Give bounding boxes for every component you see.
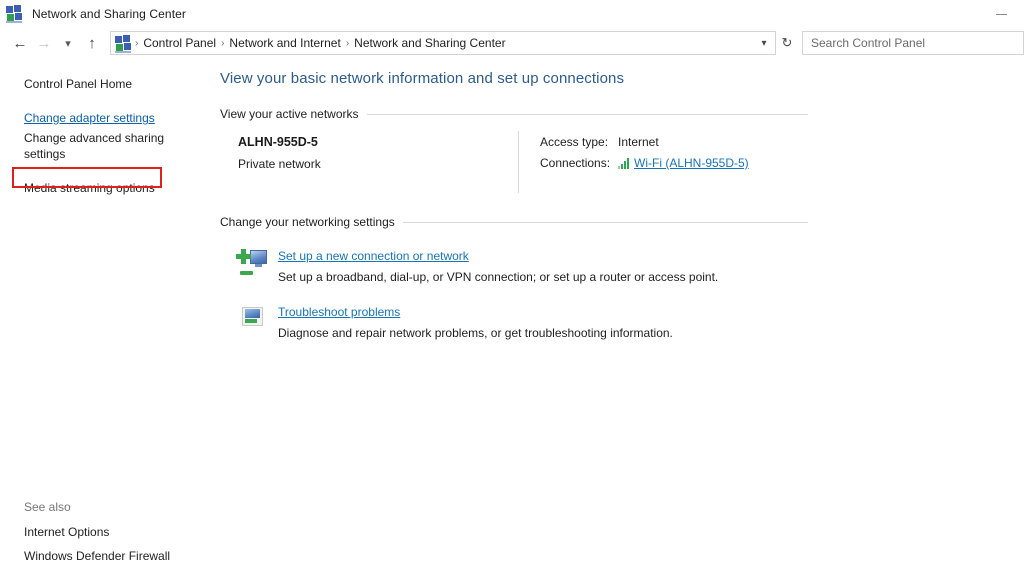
- main-content: View your basic network information and …: [210, 58, 1024, 574]
- address-bar[interactable]: › Control Panel › Network and Internet ›…: [110, 31, 776, 55]
- search-box[interactable]: [802, 31, 1024, 55]
- network-sharing-center-window: Network and Sharing Center ← → ▾ ↑ › Con…: [0, 0, 1024, 574]
- up-arrow-icon[interactable]: ↑: [80, 31, 104, 55]
- address-toolbar: ← → ▾ ↑ › Control Panel › Network and In…: [0, 28, 1024, 58]
- sidebar-item-windows-defender-firewall[interactable]: Windows Defender Firewall: [0, 544, 175, 568]
- access-type-label: Access type:: [540, 135, 609, 149]
- troubleshoot-icon: [238, 303, 268, 333]
- left-navigation-pane: Control Panel Home Change adapter settin…: [0, 58, 210, 574]
- forward-arrow-icon[interactable]: →: [32, 31, 56, 55]
- network-details: Access type: Internet Connections: Wi-Fi…: [518, 135, 749, 195]
- access-type-value: Internet: [618, 135, 659, 149]
- back-arrow-icon[interactable]: ←: [8, 31, 32, 55]
- breadcrumb-control-panel[interactable]: Control Panel: [139, 34, 220, 52]
- window-controls: [978, 0, 1024, 28]
- address-network-icon: [115, 35, 131, 53]
- active-networks-label: View your active networks: [220, 107, 359, 121]
- action-text: Troubleshoot problems Diagnose and repai…: [278, 301, 673, 341]
- troubleshoot-problems-link[interactable]: Troubleshoot problems: [278, 305, 400, 319]
- see-also-title: See also: [24, 500, 71, 514]
- wifi-signal-icon: [618, 157, 629, 169]
- new-connection-icon: [236, 247, 268, 277]
- window-body: Control Panel Home Change adapter settin…: [0, 58, 1024, 574]
- see-also-section: See also Internet Options Windows Defend…: [0, 500, 210, 574]
- minimize-button[interactable]: [978, 0, 1024, 28]
- section-divider: [402, 221, 808, 223]
- networking-settings-label: Change your networking settings: [220, 215, 395, 229]
- connections-row: Connections: Wi-Fi (ALHN-955D-5): [540, 156, 749, 170]
- breadcrumb-network-and-internet[interactable]: Network and Internet: [225, 34, 344, 52]
- active-network-entry: ALHN-955D-5 Private network Access type:…: [220, 131, 808, 195]
- sidebar-task-group: Change adapter settings Change advanced …: [0, 108, 210, 198]
- recent-locations-chevron-down-icon[interactable]: ▾: [56, 31, 80, 55]
- networking-settings-section-header: Change your networking settings: [220, 215, 808, 229]
- network-identity: ALHN-955D-5 Private network: [220, 135, 518, 195]
- network-name: ALHN-955D-5: [238, 135, 318, 149]
- action-troubleshoot-problems[interactable]: Troubleshoot problems Diagnose and repai…: [220, 301, 840, 341]
- sidebar-item-internet-options[interactable]: Internet Options: [0, 520, 175, 544]
- connections-label: Connections:: [540, 156, 611, 170]
- sidebar-item-media-streaming-options[interactable]: Media streaming options: [0, 178, 175, 198]
- search-input[interactable]: [809, 35, 1017, 51]
- title-bar: Network and Sharing Center: [0, 0, 1024, 28]
- vertical-divider: [518, 131, 519, 193]
- network-icon: [6, 5, 24, 23]
- address-chevron-down-icon[interactable]: ▾: [755, 32, 773, 54]
- action-text: Set up a new connection or network Set u…: [278, 245, 718, 285]
- connections-value-link[interactable]: Wi-Fi (ALHN-955D-5): [634, 156, 749, 170]
- refresh-icon[interactable]: ↻: [776, 31, 798, 55]
- network-profile-type: Private network: [238, 157, 321, 171]
- sidebar-item-control-panel-home[interactable]: Control Panel Home: [0, 74, 175, 94]
- sidebar-item-change-adapter-settings[interactable]: Change adapter settings: [0, 108, 175, 128]
- minimize-icon: [995, 13, 1007, 15]
- breadcrumb-network-and-sharing-center[interactable]: Network and Sharing Center: [350, 34, 509, 52]
- access-type-row: Access type: Internet: [540, 135, 749, 149]
- troubleshoot-problems-description: Diagnose and repair network problems, or…: [278, 326, 673, 340]
- page-title: View your basic network information and …: [220, 70, 625, 87]
- set-up-new-connection-description: Set up a broadband, dial-up, or VPN conn…: [278, 270, 719, 284]
- window-title: Network and Sharing Center: [32, 7, 187, 21]
- action-set-up-new-connection[interactable]: Set up a new connection or network Set u…: [220, 245, 840, 285]
- section-divider: [366, 113, 808, 115]
- sidebar-item-change-advanced-sharing-settings[interactable]: Change advanced sharing settings: [0, 128, 175, 164]
- set-up-new-connection-link[interactable]: Set up a new connection or network: [278, 249, 469, 263]
- active-networks-section-header: View your active networks: [220, 107, 808, 121]
